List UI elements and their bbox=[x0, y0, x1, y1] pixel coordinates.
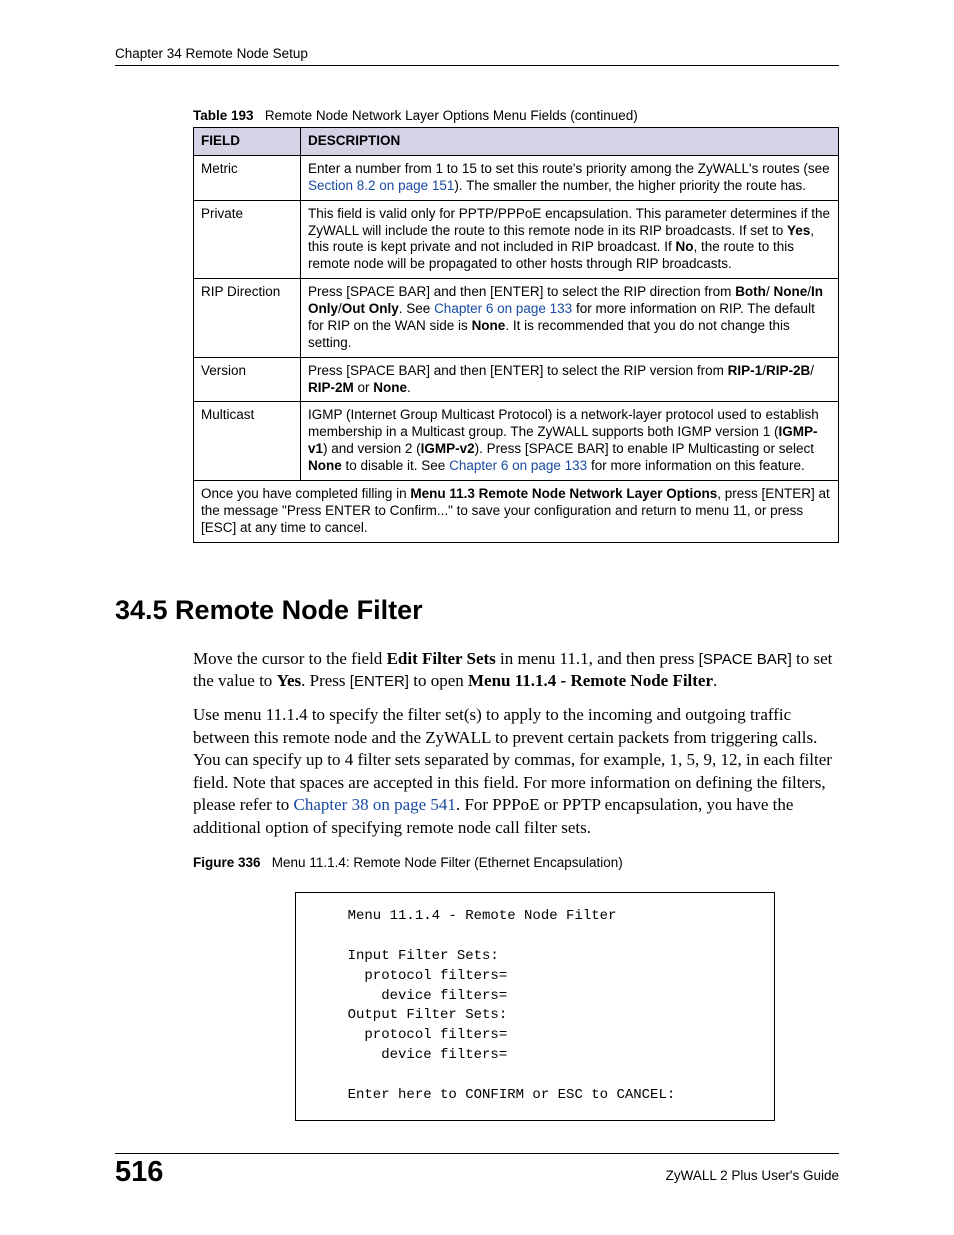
page-number: 516 bbox=[115, 1156, 163, 1189]
body-paragraph: Use menu 11.1.4 to specify the filter se… bbox=[193, 704, 839, 839]
link-chapter-38[interactable]: Chapter 38 on page 541 bbox=[294, 795, 456, 814]
cell-field: Multicast bbox=[194, 402, 301, 481]
guide-name: ZyWALL 2 Plus User's Guide bbox=[666, 1168, 839, 1183]
link-chapter-6[interactable]: Chapter 6 on page 133 bbox=[449, 458, 587, 473]
fields-table: FIELD DESCRIPTION Metric Enter a number … bbox=[193, 127, 839, 543]
table-row: Private This field is valid only for PPT… bbox=[194, 200, 839, 279]
table-row-footer: Once you have completed filling in Menu … bbox=[194, 480, 839, 542]
th-description: DESCRIPTION bbox=[301, 128, 839, 156]
cell-field: Version bbox=[194, 357, 301, 402]
figure-caption-label: Figure 336 bbox=[193, 855, 261, 870]
figure-terminal: Menu 11.1.4 - Remote Node Filter Input F… bbox=[295, 892, 775, 1121]
page-footer: 516 ZyWALL 2 Plus User's Guide bbox=[115, 1153, 839, 1189]
cell-description: IGMP (Internet Group Multicast Protocol)… bbox=[301, 402, 839, 481]
cell-footer: Once you have completed filling in Menu … bbox=[194, 480, 839, 542]
table-caption: Table 193 Remote Node Network Layer Opti… bbox=[193, 108, 839, 123]
section-heading: 34.5 Remote Node Filter bbox=[115, 595, 839, 626]
figure-caption: Figure 336 Menu 11.1.4: Remote Node Filt… bbox=[193, 855, 839, 870]
table-row: RIP Direction Press [SPACE BAR] and then… bbox=[194, 279, 839, 358]
body-paragraph: Move the cursor to the field Edit Filter… bbox=[193, 648, 839, 693]
table-row: Version Press [SPACE BAR] and then [ENTE… bbox=[194, 357, 839, 402]
cell-description: This field is valid only for PPTP/PPPoE … bbox=[301, 200, 839, 279]
table-caption-label: Table 193 bbox=[193, 108, 254, 123]
chapter-header: Chapter 34 Remote Node Setup bbox=[115, 46, 839, 66]
link-section-8-2[interactable]: Section 8.2 on page 151 bbox=[308, 178, 454, 193]
table-row: Metric Enter a number from 1 to 15 to se… bbox=[194, 155, 839, 200]
figure-caption-text: Menu 11.1.4: Remote Node Filter (Etherne… bbox=[272, 855, 623, 870]
link-chapter-6[interactable]: Chapter 6 on page 133 bbox=[434, 301, 572, 316]
cell-description: Press [SPACE BAR] and then [ENTER] to se… bbox=[301, 357, 839, 402]
cell-description: Press [SPACE BAR] and then [ENTER] to se… bbox=[301, 279, 839, 358]
table-row: Multicast IGMP (Internet Group Multicast… bbox=[194, 402, 839, 481]
table-caption-text: Remote Node Network Layer Options Menu F… bbox=[265, 108, 638, 123]
cell-field: RIP Direction bbox=[194, 279, 301, 358]
th-field: FIELD bbox=[194, 128, 301, 156]
cell-field: Metric bbox=[194, 155, 301, 200]
cell-description: Enter a number from 1 to 15 to set this … bbox=[301, 155, 839, 200]
cell-field: Private bbox=[194, 200, 301, 279]
